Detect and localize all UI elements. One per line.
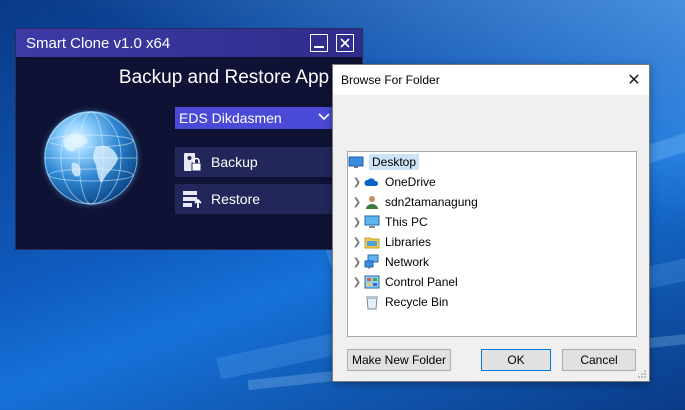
globe-icon	[44, 111, 138, 205]
minimize-icon	[314, 46, 324, 48]
backup-button-label: Backup	[211, 154, 258, 170]
tree-item-label: Recycle Bin	[385, 295, 449, 309]
restore-button-label: Restore	[211, 191, 261, 207]
tree-item-libraries[interactable]: ❯ Libraries	[348, 232, 636, 252]
expand-chevron-icon[interactable]: ❯	[350, 217, 364, 228]
close-icon: ✕	[627, 72, 641, 89]
expand-chevron-icon[interactable]: ❯	[350, 277, 364, 288]
browse-folder-dialog: Browse For Folder ✕ Desktop ❯ OneDrive ❯	[332, 64, 650, 382]
restore-button[interactable]: Restore	[175, 184, 350, 214]
cancel-button[interactable]: Cancel	[562, 349, 636, 371]
window-title: Smart Clone v1.0 x64	[26, 34, 171, 52]
recycle-bin-icon	[366, 296, 378, 310]
desktop-icon	[348, 156, 364, 168]
resize-grip-icon[interactable]	[637, 369, 647, 379]
tree-item-label: This PC	[385, 215, 428, 229]
folder-tree[interactable]: Desktop ❯ OneDrive ❯ sdn2tamanagung ❯ Th…	[347, 151, 637, 337]
profile-dropdown-value: EDS Dikdasmen	[179, 110, 282, 126]
tree-item-label: Desktop	[369, 154, 420, 170]
tree-item-onedrive[interactable]: ❯ OneDrive	[348, 172, 636, 192]
tree-item-recycle-bin[interactable]: Recycle Bin	[348, 292, 636, 312]
tree-item-label: OneDrive	[385, 175, 436, 189]
minimize-button[interactable]	[310, 34, 328, 52]
dialog-close-button[interactable]: ✕	[619, 70, 649, 90]
restore-icon	[183, 191, 202, 208]
expand-chevron-icon[interactable]: ❯	[350, 257, 364, 268]
tree-item-label: sdn2tamanagung	[385, 195, 478, 209]
libraries-icon	[364, 237, 380, 249]
network-icon	[364, 254, 379, 269]
chevron-down-icon	[318, 113, 330, 121]
smart-clone-window: Smart Clone v1.0 x64 Backup and Restore …	[15, 28, 363, 250]
expand-chevron-icon[interactable]: ❯	[350, 177, 364, 188]
control-panel-icon	[364, 275, 380, 289]
user-icon	[366, 196, 378, 209]
tree-item-this-pc[interactable]: ❯ This PC	[348, 212, 636, 232]
make-new-folder-button[interactable]: Make New Folder	[347, 349, 451, 371]
tree-item-label: Libraries	[385, 235, 432, 249]
dialog-titlebar[interactable]: Browse For Folder ✕	[333, 65, 649, 95]
ok-button[interactable]: OK	[481, 349, 551, 371]
tree-item-network[interactable]: ❯ Network	[348, 252, 636, 272]
onedrive-icon	[364, 178, 379, 186]
tree-item-control-panel[interactable]: ❯ Control Panel	[348, 272, 636, 292]
computer-icon	[364, 215, 380, 228]
tree-item-label: Network	[385, 255, 430, 269]
backup-icon	[184, 153, 202, 172]
tree-item-desktop[interactable]: Desktop	[348, 152, 636, 172]
app-heading: Backup and Restore App	[118, 67, 330, 88]
profile-dropdown[interactable]: EDS Dikdasmen	[175, 107, 335, 129]
close-icon	[340, 38, 350, 48]
expand-chevron-icon[interactable]: ❯	[350, 197, 364, 208]
backup-button[interactable]: Backup	[175, 147, 350, 177]
dialog-title: Browse For Folder	[341, 73, 440, 87]
tree-item-label: Control Panel	[385, 275, 458, 289]
expand-chevron-icon[interactable]: ❯	[350, 237, 364, 248]
smart-clone-titlebar[interactable]: Smart Clone v1.0 x64	[16, 29, 362, 57]
close-button[interactable]	[336, 34, 354, 52]
tree-item-user[interactable]: ❯ sdn2tamanagung	[348, 192, 636, 212]
